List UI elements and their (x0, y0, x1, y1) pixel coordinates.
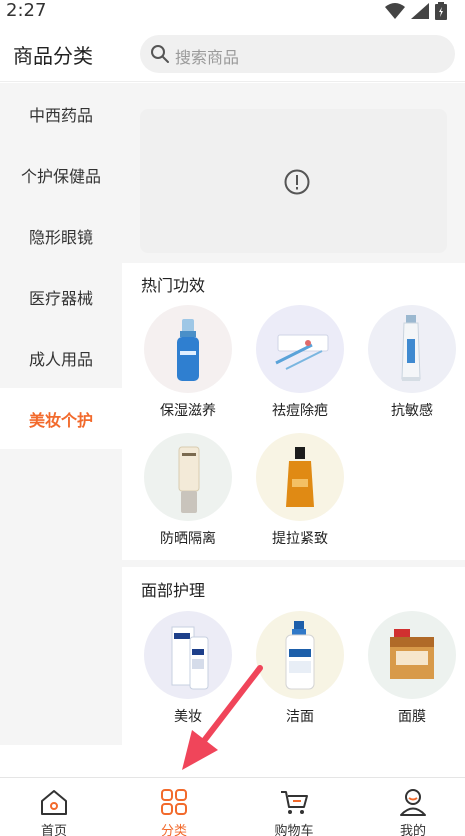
nav-profile[interactable]: 我的 (355, 778, 465, 836)
category-grid-icon (161, 789, 187, 815)
status-bar: 2:27 (0, 0, 465, 24)
status-icons (385, 2, 447, 20)
item-label: 防晒隔离 (160, 531, 216, 547)
battery-icon (435, 2, 447, 20)
search-placeholder: 搜索商品 (175, 48, 240, 67)
wifi-icon (385, 3, 405, 19)
item-label: 面膜 (398, 709, 426, 725)
header: 商品分类 搜索商品 (0, 24, 465, 82)
home-icon (41, 790, 67, 815)
search-icon (151, 45, 169, 63)
nav-category[interactable]: 分类 (116, 778, 232, 836)
hot-effects-section: 热门功效 保湿滋养 祛痘除疤 抗敏感 防晒隔离 提拉紧致 (122, 263, 465, 560)
annotation-arrow-icon (182, 665, 263, 770)
section-title: 面部护理 (141, 581, 206, 600)
item-label: 保湿滋养 (160, 403, 216, 419)
sidebar-item-medicine[interactable]: 中西药品 (0, 83, 122, 144)
item-label: 祛痘除疤 (272, 403, 328, 419)
category-content: 热门功效 保湿滋养 祛痘除疤 抗敏感 防晒隔离 提拉紧致 面部护理 美妆 洁面 … (122, 83, 465, 745)
blue-serum-bottle-icon (144, 305, 232, 393)
signal-icon (411, 3, 429, 19)
nav-home[interactable]: 首页 (0, 778, 112, 836)
nav-label: 首页 (40, 824, 67, 836)
sidebar-item-beauty[interactable]: 美妆个护 (0, 388, 122, 449)
sidebar-item-adult-products[interactable]: 成人用品 (0, 327, 122, 388)
sunscreen-bottle-icon (144, 433, 232, 521)
alert-icon (284, 169, 310, 195)
item-label: 抗敏感 (391, 403, 433, 419)
acne-treatment-kit-icon (256, 305, 344, 393)
cart-icon (281, 791, 308, 814)
category-sidebar: 中西药品 个护保健品 隐形眼镜 医疗器械 成人用品 美妆个护 (0, 83, 122, 745)
sidebar-item-contact-lenses[interactable]: 隐形眼镜 (0, 205, 122, 266)
sidebar-item-medical-devices[interactable]: 医疗器械 (0, 266, 122, 327)
status-time: 2:27 (6, 0, 47, 21)
face-mask-box-icon (368, 611, 456, 699)
bottom-nav: 首页 分类 购物车 我的 (0, 777, 465, 836)
nav-label: 购物车 (274, 824, 314, 836)
nav-cart[interactable]: 购物车 (236, 778, 352, 836)
sidebar-item-personal-care[interactable]: 个护保健品 (0, 144, 122, 205)
cream-tube-icon (368, 305, 456, 393)
page-title: 商品分类 (13, 44, 93, 68)
nav-label: 分类 (160, 824, 187, 836)
item-label: 提拉紧致 (272, 531, 328, 547)
oil-bottle-icon (256, 433, 344, 521)
profile-icon (400, 789, 426, 816)
search-input[interactable]: 搜索商品 (140, 35, 455, 73)
section-title: 热门功效 (141, 276, 206, 295)
nav-label: 我的 (399, 824, 426, 836)
